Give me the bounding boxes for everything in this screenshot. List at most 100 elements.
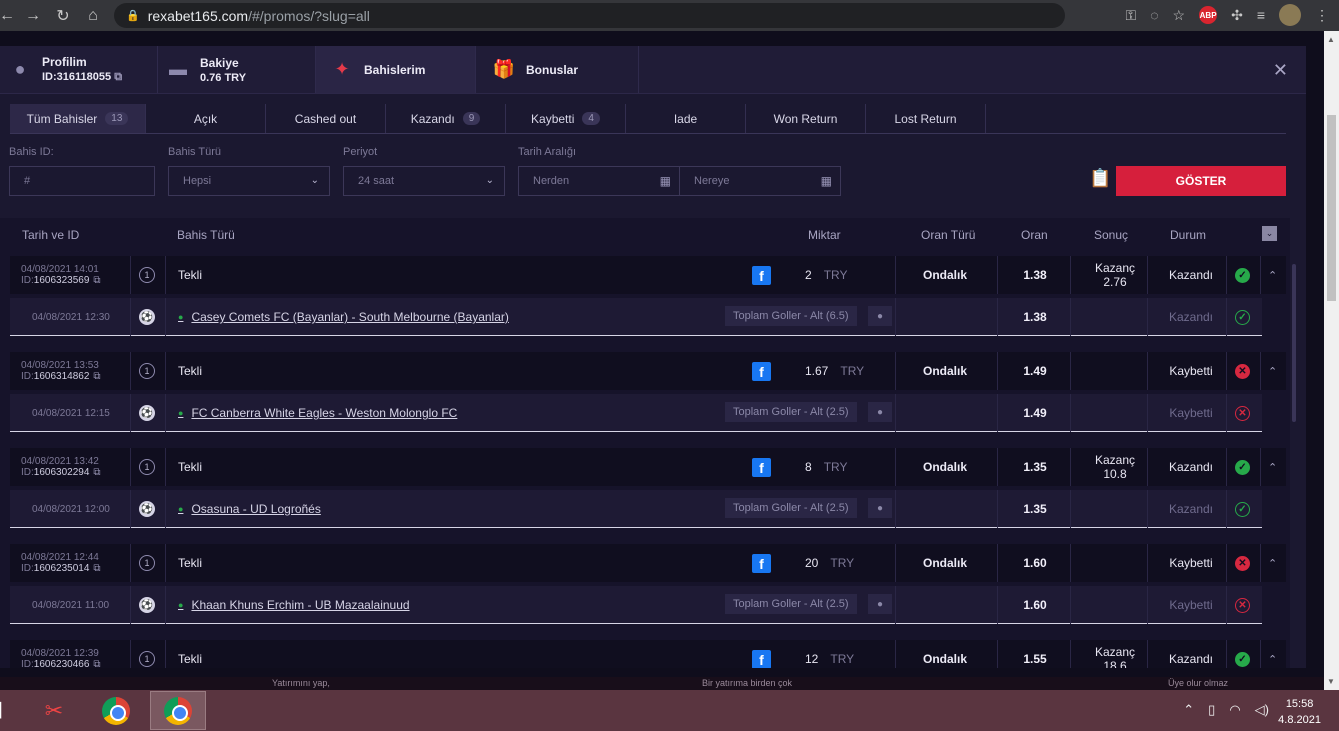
extensions-icon[interactable]: ✣ — [1231, 7, 1243, 24]
copy-icon[interactable]: ⧉ — [93, 563, 100, 574]
chevron-up-icon[interactable]: ⌃ — [1268, 448, 1277, 486]
chrome-icon — [102, 696, 130, 725]
info-icon[interactable]: ● — [868, 498, 892, 518]
clock[interactable]: 15:58 4.8.2021 — [1278, 696, 1321, 728]
clipboard-icon[interactable]: 📋 — [1089, 168, 1111, 189]
tab-tüm-bahisler[interactable]: Tüm Bahisler 13 — [10, 104, 146, 133]
volume-icon[interactable]: ◁) — [1255, 702, 1269, 718]
facebook-share-icon[interactable]: f — [752, 554, 771, 573]
tab-lost-return[interactable]: Lost Return — [866, 104, 986, 133]
match-name[interactable]: FC Canberra White Eagles - Weston Molong… — [191, 406, 457, 420]
match-name[interactable]: Casey Comets FC (Bayanlar) - South Melbo… — [191, 310, 508, 324]
tab-cashed-out[interactable]: Cashed out — [266, 104, 386, 133]
result: Kazanç 18.6 — [1075, 640, 1155, 668]
table-scrollbar[interactable] — [1292, 264, 1296, 422]
copy-icon[interactable]: ⧉ — [93, 659, 100, 668]
star-icon[interactable]: ☆ — [1173, 7, 1186, 24]
event-row: 04/08/2021 12:30 ⚽ ● Casey Comets FC (Bayan… — [10, 298, 1262, 336]
match-link[interactable]: ● FC Canberra White Eagles - Weston Molon… — [178, 394, 457, 432]
reading-list-icon[interactable]: ≡ — [1257, 7, 1265, 23]
period-select[interactable]: 24 saat ⌄ — [343, 166, 505, 196]
tab-label: Lost Return — [894, 111, 957, 126]
bet-type-select[interactable]: Hepsi ⌄ — [168, 166, 330, 196]
tab-kaybetti[interactable]: Kaybetti 4 — [506, 104, 626, 133]
count-badge: 13 — [105, 112, 129, 125]
chrome-app[interactable] — [88, 691, 144, 730]
tray-expand-icon[interactable]: ⌃ — [1183, 702, 1194, 718]
menu-icon[interactable]: ⋮ — [1315, 7, 1329, 24]
bet-row[interactable]: 04/08/2021 12:44 ID:1606235014 ⧉ 1 Tekli f 20 T… — [10, 544, 1286, 582]
divider — [997, 298, 998, 336]
battery-icon[interactable]: ▯ — [1208, 702, 1215, 718]
info-icon[interactable]: ● — [868, 402, 892, 422]
tab-my-bets[interactable]: ✦ Bahislerim — [316, 46, 476, 93]
lock-icon: 🔒 — [126, 10, 140, 22]
adblock-icon[interactable]: ABP — [1199, 6, 1218, 24]
copy-icon[interactable]: ⧉ — [93, 467, 100, 478]
snipping-tool-app[interactable]: ✂ — [26, 691, 82, 730]
scroll-thumb[interactable] — [1327, 115, 1336, 301]
profile-avatar[interactable] — [1279, 4, 1301, 26]
amount-value: 1.67 — [805, 364, 829, 378]
chevron-up-icon[interactable]: ⌃ — [1268, 256, 1277, 294]
bet-row[interactable]: 04/08/2021 14:01 ID:1606323569 ⧉ 1 Tekli f 2 TR… — [10, 256, 1286, 294]
scroll-down-icon[interactable]: ▼ — [1327, 677, 1335, 686]
match-name[interactable]: Khaan Khuns Erchim - UB Mazaalainuud — [191, 598, 409, 612]
date-from-input[interactable]: Nerden ▦ — [518, 166, 680, 196]
page-scrollbar[interactable]: ▲ ▼ — [1324, 31, 1339, 690]
facebook-share-icon[interactable]: f — [752, 362, 771, 381]
copy-icon[interactable]: ⧉ — [114, 71, 122, 83]
copy-icon[interactable]: ⧉ — [93, 371, 100, 382]
match-link[interactable]: ● Casey Comets FC (Bayanlar) - South Melb… — [178, 298, 509, 336]
bet-row[interactable]: 04/08/2021 13:53 ID:1606314862 ⧉ 1 Tekli f 1.6… — [10, 352, 1286, 390]
balance-title: Bakiye — [200, 55, 239, 70]
divider — [1260, 544, 1261, 582]
bet-row[interactable]: 04/08/2021 12:39 ID:1606230466 ⧉ 1 Tekli f 12 T… — [10, 640, 1286, 668]
info-icon[interactable]: ● — [868, 306, 892, 326]
result-value: 10.8 — [1103, 467, 1127, 481]
back-icon[interactable]: ← — [0, 5, 18, 27]
copy-icon[interactable]: ⧉ — [93, 275, 100, 286]
bet-status: Kaybetti — [1169, 556, 1213, 570]
browser-toolbar: ← → ↻ ⌂ 🔒 rexabet165.com/#/promos/?slug=… — [0, 0, 1339, 31]
close-icon[interactable]: ✕ — [1273, 60, 1288, 81]
key-icon[interactable]: ⚿ — [1126, 7, 1137, 24]
tab-bonuses[interactable]: 🎁 Bonuslar — [476, 46, 639, 93]
divider — [997, 352, 998, 390]
match-name[interactable]: Osasuna - UD Logroñés — [191, 502, 320, 516]
chevron-up-icon[interactable]: ⌃ — [1268, 352, 1277, 390]
info-icon[interactable]: ● — [868, 594, 892, 614]
tab-balance[interactable]: ▬ Bakiye 0.76 TRY — [158, 46, 316, 93]
date-to-input[interactable]: Nereye ▦ — [679, 166, 841, 196]
show-button[interactable]: GÖSTER — [1116, 166, 1286, 196]
won-check-icon: ✓ — [1235, 268, 1250, 283]
facebook-share-icon[interactable]: f — [752, 458, 771, 477]
windows-start-icon[interactable]: ▏ — [0, 702, 12, 720]
chevron-up-icon[interactable]: ⌃ — [1268, 640, 1277, 668]
tab-kazandı[interactable]: Kazandı 9 — [386, 104, 506, 133]
chevron-up-icon[interactable]: ⌃ — [1268, 544, 1277, 582]
collapse-all-icon[interactable]: ⌄ — [1262, 226, 1277, 241]
won-check-icon: ✓ — [1235, 652, 1250, 667]
event-odds: 1.49 — [1023, 406, 1047, 420]
address-bar[interactable]: 🔒 rexabet165.com/#/promos/?slug=all — [114, 3, 1065, 28]
forward-icon[interactable]: → — [22, 5, 44, 27]
facebook-share-icon[interactable]: f — [752, 650, 771, 668]
home-icon[interactable]: ⌂ — [82, 5, 104, 27]
tab-won-return[interactable]: Won Return — [746, 104, 866, 133]
live-dot-icon: ● — [178, 408, 184, 418]
tab-iade[interactable]: Iade — [626, 104, 746, 133]
network-icon[interactable]: ◠ — [1229, 702, 1240, 718]
bet-id-value: 1606314862 — [33, 371, 90, 382]
match-link[interactable]: ● Khaan Khuns Erchim - UB Mazaalainuud — [178, 586, 410, 624]
facebook-share-icon[interactable]: f — [752, 266, 771, 285]
scroll-up-icon[interactable]: ▲ — [1327, 35, 1335, 44]
chrome-app-active[interactable] — [150, 691, 206, 730]
bet-id-input[interactable]: # — [9, 166, 155, 196]
bet-row[interactable]: 04/08/2021 13:42 ID:1606302294 ⧉ 1 Tekli f 8 TR… — [10, 448, 1286, 486]
match-link[interactable]: ● Osasuna - UD Logroñés — [178, 490, 321, 528]
tab-profile[interactable]: ● Profilim ID:316118055 ⧉ — [0, 46, 158, 93]
eye-off-icon[interactable]: ◌ — [1150, 7, 1158, 23]
tab-açık[interactable]: Açık — [146, 104, 266, 133]
reload-icon[interactable]: ↻ — [52, 5, 74, 27]
